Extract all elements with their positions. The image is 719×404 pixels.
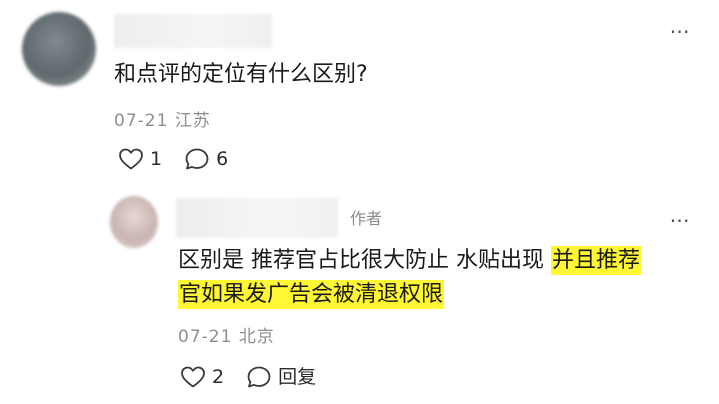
- reply-actions: 2 回复: [180, 364, 338, 390]
- reply-location: 北京: [238, 327, 275, 347]
- comment-meta: 07-21 江苏: [114, 106, 211, 131]
- reply-avatar[interactable]: [110, 196, 158, 248]
- avatar[interactable]: [22, 12, 96, 86]
- like-button[interactable]: 1: [118, 147, 162, 171]
- reply-text-highlight: 官如果发广告会被清退权限: [178, 280, 445, 309]
- more-icon[interactable]: ⋯: [667, 21, 693, 41]
- comment-location: 江苏: [174, 111, 211, 131]
- reply-button[interactable]: 6: [184, 147, 228, 171]
- reply-label: 回复: [278, 366, 317, 388]
- reply-text: 区别是 推荐官占比很大防止 水贴出现 并且推荐 官如果发广告会被清退权限: [178, 244, 641, 312]
- reply-text-highlight: 并且推荐: [550, 246, 641, 275]
- reply-text-line-1: 区别是 推荐官占比很大防止 水贴出现 并且推荐: [178, 244, 641, 278]
- reply-count: 6: [216, 148, 229, 170]
- reply-text-plain: 区别是 推荐官占比很大防止 水贴出现: [178, 248, 551, 273]
- reply-meta: 07-21 北京: [178, 322, 275, 347]
- author-badge: 作者: [350, 209, 383, 228]
- comment-actions: 1 6: [118, 146, 250, 172]
- like-button[interactable]: 2: [180, 365, 224, 389]
- like-count: 2: [212, 366, 225, 388]
- heart-icon: [119, 148, 143, 170]
- more-icon[interactable]: ⋯: [667, 210, 693, 230]
- comment-bubble-icon: [247, 366, 271, 388]
- reply-text-line-2: 官如果发广告会被清退权限: [178, 278, 641, 312]
- comment-thread: ⋯ 和点评的定位有什么区别? 07-21 江苏 1 6 作者 ⋯ 区别是 推荐官…: [0, 0, 719, 404]
- username-blurred[interactable]: [114, 14, 272, 48]
- like-count: 1: [150, 148, 163, 170]
- reply-username-blurred[interactable]: [176, 198, 338, 238]
- comment-date: 07-21: [114, 111, 169, 131]
- reply-button[interactable]: 回复: [246, 365, 316, 389]
- comment-bubble-icon: [185, 148, 209, 170]
- comment-text: 和点评的定位有什么区别?: [114, 62, 368, 87]
- heart-icon: [181, 366, 205, 388]
- reply-date: 07-21: [178, 327, 233, 347]
